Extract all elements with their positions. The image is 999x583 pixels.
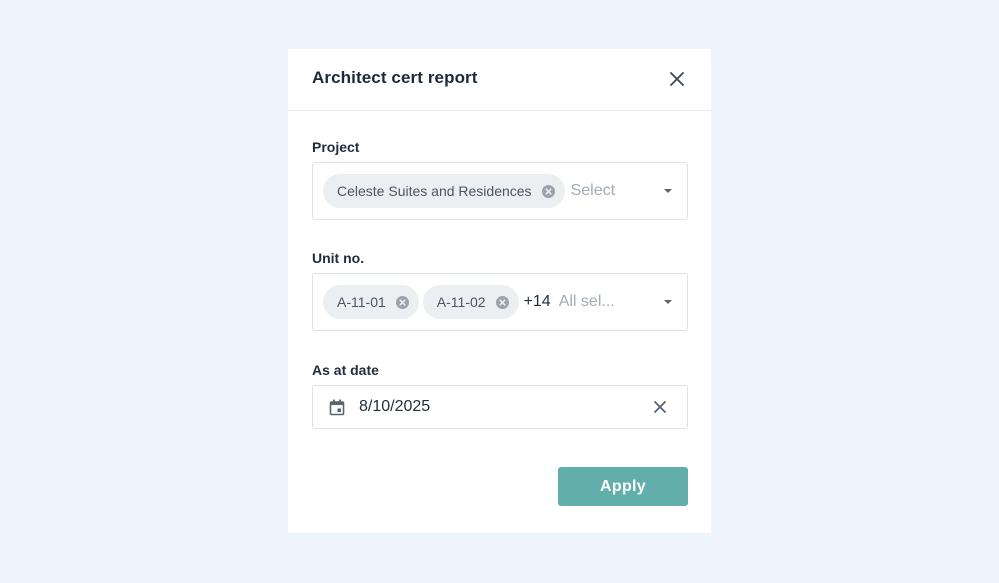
chip-label: Celeste Suites and Residences <box>337 183 532 199</box>
modal-title: Architect cert report <box>312 68 478 87</box>
caret-down-icon <box>664 300 672 304</box>
close-circle-icon[interactable] <box>395 295 409 309</box>
date-value: 8/10/2025 <box>359 398 431 415</box>
close-icon <box>670 72 684 86</box>
chip-label: A-11-02 <box>436 294 486 310</box>
close-icon[interactable] <box>653 400 667 414</box>
calendar-icon <box>329 399 345 416</box>
unit-label: Unit no. <box>312 250 365 266</box>
project-label: Project <box>312 139 360 155</box>
apply-button[interactable]: Apply <box>558 467 688 506</box>
caret-down-icon <box>664 189 672 193</box>
more-count-badge: +14 <box>523 293 551 310</box>
as-at-date-input[interactable]: 8/10/2025 <box>312 385 688 429</box>
unit-chip: A-11-01 <box>323 285 419 319</box>
unit-chip: A-11-02 <box>422 285 519 319</box>
unit-placeholder: All sel... <box>558 293 615 310</box>
close-circle-icon[interactable] <box>495 295 509 309</box>
modal-header: Architect cert report <box>288 49 711 111</box>
unit-select[interactable]: A-11-01 A-11-02 +14 All sel... <box>312 273 688 331</box>
close-circle-icon[interactable] <box>541 184 555 198</box>
architect-cert-report-modal: Architect cert report Project Celeste Su… <box>288 49 711 533</box>
close-button[interactable] <box>667 69 687 89</box>
chip-label: A-11-01 <box>337 294 386 310</box>
project-placeholder: Select <box>570 182 616 199</box>
as-at-date-label: As at date <box>312 362 379 378</box>
project-chip: Celeste Suites and Residences <box>323 174 565 208</box>
project-select[interactable]: Celeste Suites and Residences Select <box>312 162 688 220</box>
